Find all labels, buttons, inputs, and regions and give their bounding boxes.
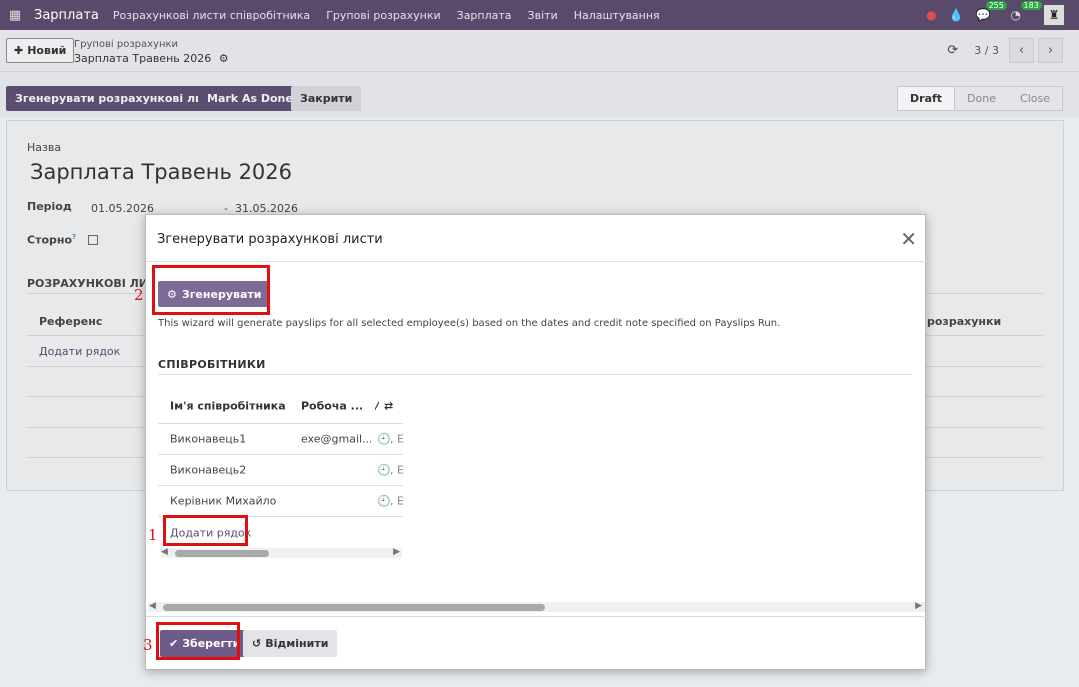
undo-icon: ↺ (252, 637, 262, 650)
activities-badge: 183 (1020, 1, 1042, 10)
employee-email: exe@gmail.... (301, 432, 371, 446)
column-reference[interactable]: Референс (39, 315, 102, 328)
column-employee-name[interactable]: Ім'я співробітника (170, 399, 286, 412)
cancel-button[interactable]: ↺ Відмінити (243, 630, 338, 657)
scroll-left-icon[interactable]: ◀ (149, 601, 156, 611)
add-line-link[interactable]: Додати рядок (39, 345, 120, 358)
clock-icon: 🕘 (377, 463, 391, 477)
breadcrumb-parent[interactable]: Групові розрахунки (74, 39, 178, 50)
scrollbar-thumb[interactable] (175, 550, 269, 557)
bug-icon[interactable]: ● (926, 8, 936, 22)
plus-icon: ✚ (14, 44, 24, 57)
control-panel: ✚ Новий Групові розрахунки Зарплата Трав… (0, 30, 1079, 72)
menu-reports[interactable]: Звіти (528, 9, 558, 22)
scroll-right-icon[interactable]: ▶ (915, 601, 922, 611)
app-brand[interactable]: Зарплата (34, 8, 99, 23)
menu-payslip-batches[interactable]: Групові розрахунки (326, 9, 440, 22)
dialog-footer: ✔ Зберегти ↺ Відмінити (146, 616, 927, 671)
top-navbar: ▦ Зарплата Розрахункові листи співробітн… (0, 0, 1079, 30)
status-bar: Draft Done Close (897, 86, 1063, 111)
new-button[interactable]: ✚ Новий (6, 38, 75, 63)
mark-as-done-button[interactable]: Mark As Done (198, 86, 302, 111)
avatar[interactable]: ♜ (1043, 4, 1065, 26)
column-settings-icon[interactable]: ⇄ (384, 399, 393, 412)
messages-badge: 255 (985, 1, 1007, 10)
new-button-label: Новий (27, 44, 67, 57)
scrollbar-thumb[interactable] (163, 604, 545, 611)
employees-section-title: СПІВРОБІТНИКИ (158, 358, 266, 371)
table-horizontal-scrollbar[interactable]: ◀ ▶ (161, 547, 402, 558)
pager-value[interactable]: 3 / 3 (974, 44, 999, 57)
cancel-button-label: Відмінити (265, 637, 329, 650)
credit-note-checkbox[interactable] (88, 235, 98, 245)
schedule-partial: , E (390, 463, 404, 477)
column-right-partial[interactable]: розрахунки (927, 315, 1001, 328)
name-label: Назва (27, 141, 62, 154)
menu-settings[interactable]: Налаштування (574, 9, 660, 22)
messages-icon[interactable]: 💬 255 (976, 1, 1007, 22)
close-icon[interactable]: ✕ (900, 227, 917, 251)
section-divider (158, 374, 912, 375)
column-work-email[interactable]: Робоча ... (301, 399, 363, 412)
credit-note-label-text: Сторно (27, 233, 73, 247)
table-header: Ім'я співробітника Робоча ... / ⇄ (158, 388, 403, 424)
menu-employee-payslips[interactable]: Розрахункові листи співробітника (113, 9, 310, 22)
menu-payroll[interactable]: Зарплата (457, 9, 512, 22)
table-row[interactable]: Виконавець1 exe@gmail.... 🕘 , E (158, 424, 404, 455)
breadcrumb-current-label: Зарплата Травень 2026 (74, 52, 212, 65)
table-row[interactable]: Виконавець2 🕘 , E (158, 455, 404, 486)
status-draft[interactable]: Draft (898, 87, 956, 110)
table-row[interactable]: Керівник Михайло 🕘 , E (158, 486, 404, 517)
credit-note-label: Сторно? (27, 233, 76, 247)
schedule-partial: , E (390, 432, 404, 446)
annotation-number-3: 3 (143, 636, 153, 654)
gear-icon[interactable]: ⚙ (219, 52, 229, 65)
employee-name: Виконавець1 (170, 432, 247, 446)
employee-name: Керівник Михайло (170, 494, 277, 508)
pager-next-icon[interactable]: › (1038, 38, 1063, 63)
scroll-left-icon[interactable]: ◀ (161, 547, 168, 557)
help-icon[interactable]: ? (72, 233, 76, 241)
annotation-box-3 (156, 622, 240, 660)
annotation-number-1: 1 (148, 526, 158, 544)
clock-icon: 🕘 (377, 494, 391, 508)
wizard-description: This wizard will generate payslips for a… (158, 318, 781, 329)
reload-icon[interactable]: ⟳ (947, 43, 958, 58)
status-close[interactable]: Close (1008, 87, 1062, 110)
annotation-box-1 (163, 515, 248, 546)
batch-name[interactable]: Зарплата Травень 2026 (30, 160, 292, 184)
clock-icon: 🕘 (377, 432, 391, 446)
dialog-title: Згенерувати розрахункові листи (157, 232, 383, 247)
period-label: Період (27, 200, 72, 213)
column-schedule-partial[interactable]: / (375, 399, 379, 412)
breadcrumb-current: Зарплата Травень 2026 ⚙ (74, 52, 229, 65)
employee-name: Виконавець2 (170, 463, 247, 477)
apps-menu-icon[interactable]: ▦ (2, 0, 28, 30)
status-done[interactable]: Done (955, 87, 1008, 110)
dialog-horizontal-scrollbar[interactable]: ◀ ▶ (148, 601, 925, 612)
pager: ⟳ 3 / 3 ‹ › (947, 38, 1063, 63)
dialog-header: Згенерувати розрахункові листи ✕ (146, 215, 927, 262)
schedule-partial: , E (390, 494, 404, 508)
annotation-box-2 (152, 265, 270, 315)
activities-icon[interactable]: ◔ 183 (1011, 1, 1042, 22)
pager-previous-icon[interactable]: ‹ (1009, 38, 1034, 63)
scroll-right-icon[interactable]: ▶ (393, 547, 400, 557)
form-action-bar: Згенерувати розрахункові листи Mark As D… (0, 72, 1079, 118)
close-batch-button[interactable]: Закрити (291, 86, 362, 111)
annotation-number-2: 2 (134, 286, 144, 304)
drop-icon[interactable]: 💧 (949, 8, 964, 22)
